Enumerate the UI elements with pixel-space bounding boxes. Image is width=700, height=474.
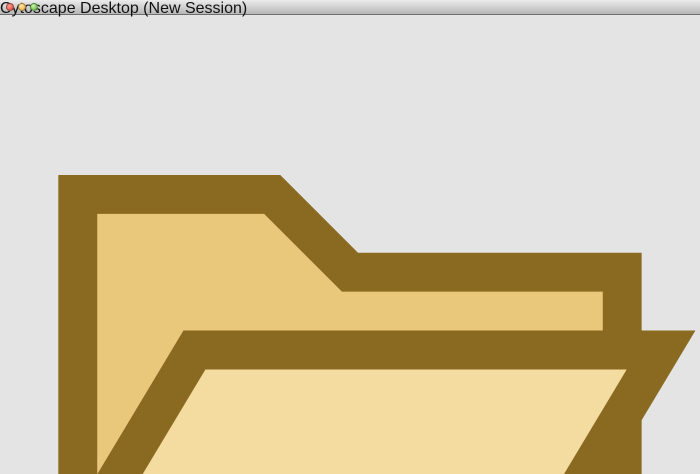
cytoscape-window: Cytoscape Desktop (New Session) Search: [0,0,700,474]
window-titlebar: Cytoscape Desktop (New Session) [0,0,700,15]
open-file-icon[interactable] [0,0,700,474]
close-button[interactable] [6,3,14,11]
window-title: Cytoscape Desktop (New Session) [0,0,700,18]
zoom-button[interactable] [30,3,38,11]
main-toolbar: Search: ▼ [0,0,700,474]
minimize-button[interactable] [18,3,26,11]
